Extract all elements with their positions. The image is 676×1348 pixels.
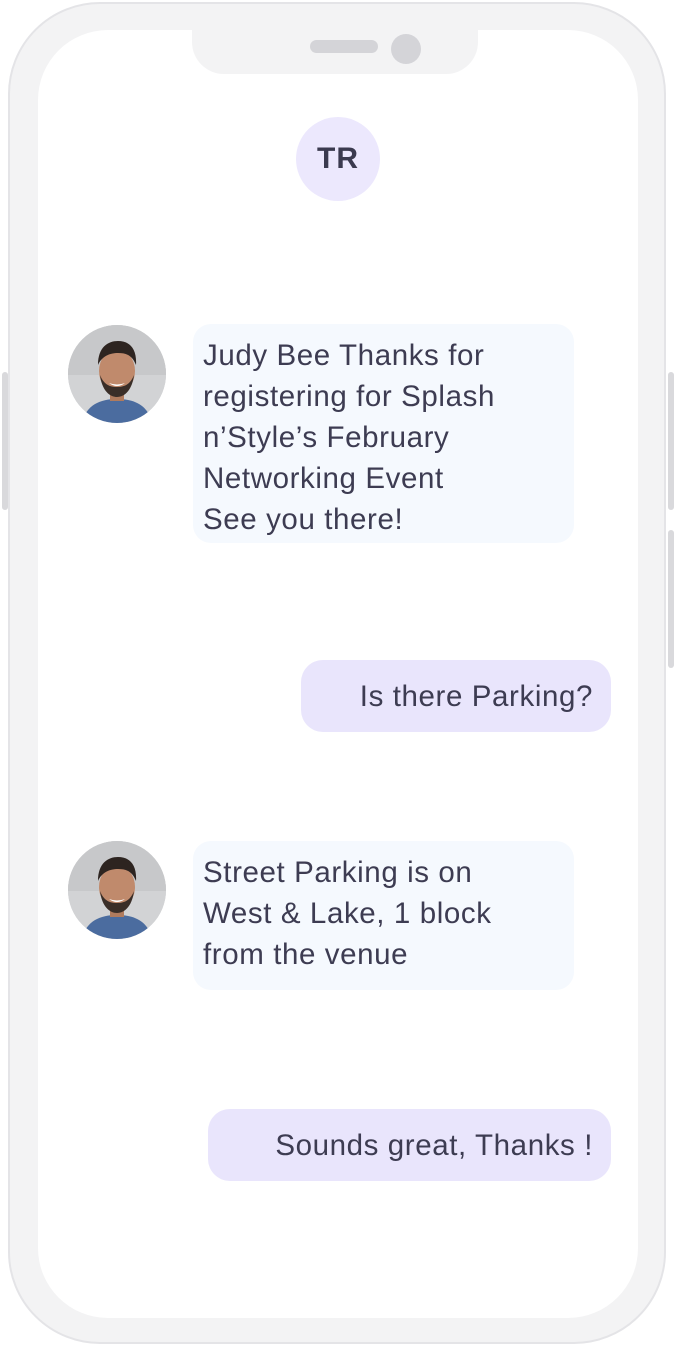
- sender-avatar: [68, 841, 166, 939]
- person-photo-icon: [68, 841, 166, 939]
- outgoing-message-text: Sounds great, Thanks !: [275, 1128, 593, 1162]
- outgoing-message[interactable]: Is there Parking?: [301, 660, 611, 732]
- outgoing-message-text: Is there Parking?: [359, 679, 593, 713]
- contact-avatar[interactable]: TR: [296, 117, 380, 201]
- front-camera: [391, 34, 421, 64]
- contact-initials: TR: [317, 142, 359, 175]
- person-photo-icon: [68, 325, 166, 423]
- phone-volume-down-button: [668, 530, 674, 668]
- phone-side-button-left: [2, 372, 8, 510]
- speaker-grille: [310, 40, 378, 53]
- incoming-message[interactable]: Street Parking is on West & Lake, 1 bloc…: [193, 841, 574, 990]
- incoming-message[interactable]: Judy Bee Thanks for registering for Spla…: [193, 324, 574, 543]
- outgoing-message[interactable]: Sounds great, Thanks !: [208, 1109, 611, 1181]
- phone-volume-up-button: [668, 372, 674, 510]
- sender-avatar: [68, 325, 166, 423]
